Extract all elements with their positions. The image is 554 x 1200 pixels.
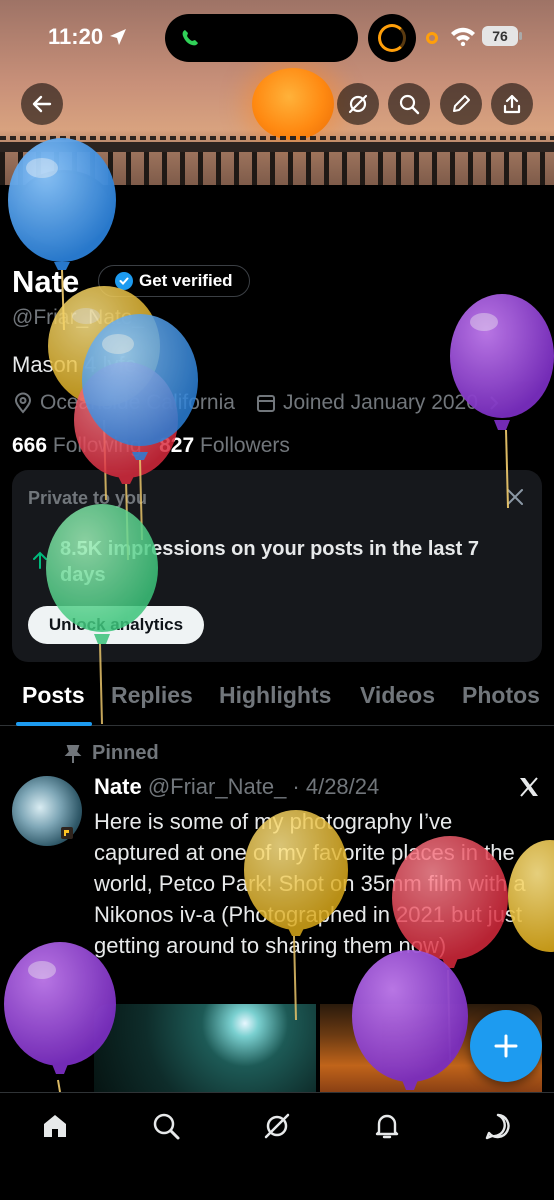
back-button[interactable]: [21, 83, 63, 125]
followers-count: 827: [159, 434, 195, 457]
padres-logo-icon: [61, 827, 73, 839]
profile-meta: Oceanside California Joined January 2020: [12, 391, 506, 415]
profile-avatar[interactable]: [14, 170, 114, 250]
profile-bio: Mason 4 lyfe: [12, 352, 137, 377]
trend-up-icon: [33, 551, 47, 569]
timer-icon: [378, 24, 406, 52]
followers-label: Followers: [200, 434, 290, 457]
privacy-indicator-icon: [426, 32, 438, 44]
impressions-text: 8.5K impressions on your posts in the la…: [60, 538, 479, 586]
location-arrow-icon: [110, 29, 126, 45]
grok-button[interactable]: [337, 83, 379, 125]
follow-stats: 666 Following 827 Followers: [12, 434, 290, 458]
wifi-icon: [451, 27, 475, 46]
following-label: Following: [52, 434, 142, 457]
post-author-name[interactable]: Nate: [94, 774, 142, 799]
tab-highlights[interactable]: Highlights: [219, 682, 331, 709]
edit-button[interactable]: [440, 83, 482, 125]
grok-icon[interactable]: [262, 1111, 292, 1141]
tab-posts[interactable]: Posts: [22, 682, 85, 709]
chevron-right-icon[interactable]: [488, 395, 500, 411]
post-photo-1[interactable]: [94, 1004, 316, 1092]
location-pin-icon: [14, 392, 32, 414]
banner-sun: [252, 68, 334, 140]
status-time: 11:20: [48, 24, 104, 49]
bell-icon[interactable]: [372, 1111, 402, 1141]
pencil-icon: [453, 95, 470, 112]
profile-location: Oceanside California: [40, 391, 235, 414]
pinned-indicator: Pinned: [64, 742, 159, 765]
profile-handle: @Friar_Nate_: [12, 306, 145, 329]
status-bar: 11:20 76: [0, 0, 554, 72]
following-count: 666: [12, 434, 48, 457]
x-logo-icon: [520, 777, 538, 797]
compose-button[interactable]: [470, 1010, 542, 1082]
search-icon: [399, 94, 420, 115]
followers-link[interactable]: 827 Followers: [159, 434, 290, 457]
banner-pier-rail: [0, 136, 554, 140]
profile-name: Nate: [12, 264, 80, 299]
get-verified-label: Get verified: [139, 271, 233, 290]
tab-photos[interactable]: Photos: [462, 682, 540, 709]
search-icon[interactable]: [151, 1111, 181, 1141]
bottom-navigation: [0, 1092, 554, 1200]
phone-icon: [182, 30, 198, 46]
plus-icon: [494, 1034, 518, 1058]
calendar-icon: [256, 395, 275, 412]
tab-videos[interactable]: Videos: [360, 682, 435, 709]
post-text: Here is some of my photography I’ve capt…: [94, 809, 526, 958]
home-icon[interactable]: [40, 1111, 70, 1141]
pinned-label: Pinned: [92, 742, 159, 764]
get-verified-button[interactable]: Get verified: [98, 265, 250, 297]
active-tab-indicator: [16, 722, 92, 726]
pin-icon: [64, 744, 82, 763]
profile-joined: Joined January 2020: [282, 391, 478, 414]
back-arrow-icon: [32, 95, 52, 113]
battery-indicator: 76: [482, 26, 518, 46]
share-button[interactable]: [491, 83, 533, 125]
share-icon: [503, 94, 521, 114]
following-link[interactable]: 666 Following: [12, 434, 142, 457]
grok-icon: [348, 94, 368, 114]
private-analytics-card: Private to you 8.5K impressions on your …: [12, 470, 542, 662]
banner-pier-deck: [0, 142, 554, 152]
post-handle-date: @Friar_Nate_ · 4/28/24: [147, 774, 380, 799]
unlock-analytics-button[interactable]: Unlock analytics: [28, 606, 204, 644]
search-button[interactable]: [388, 83, 430, 125]
close-icon[interactable]: [504, 486, 526, 508]
post-header: Nate @Friar_Nate_ · 4/28/24: [94, 774, 379, 800]
battery-tip: [519, 32, 522, 40]
verified-badge-icon: [115, 272, 133, 290]
tab-replies[interactable]: Replies: [111, 682, 193, 709]
messages-icon[interactable]: [483, 1111, 513, 1141]
private-label: Private to you: [28, 488, 148, 508]
profile-tabs: Posts Replies Highlights Videos Photos: [0, 672, 554, 726]
